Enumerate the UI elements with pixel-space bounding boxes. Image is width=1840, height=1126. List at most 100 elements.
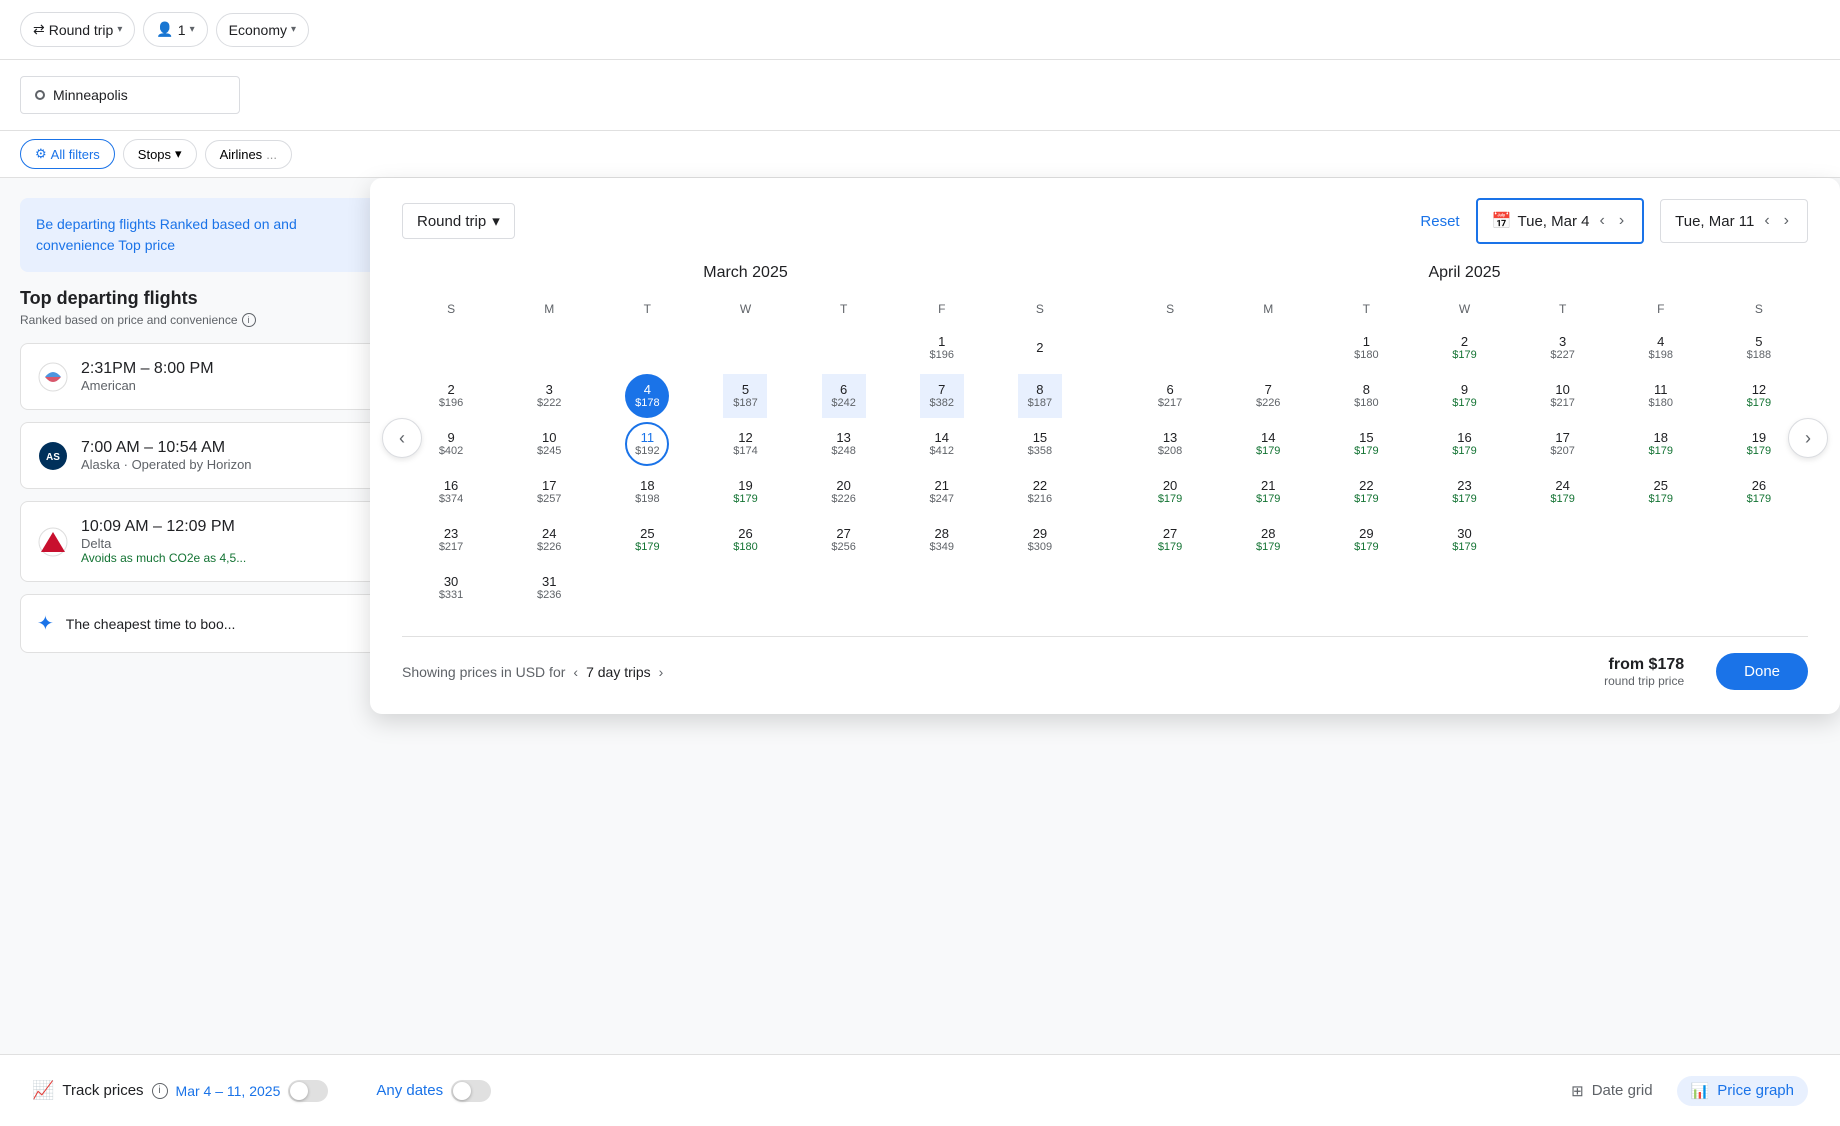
calendar-day-7[interactable]: 7$226 — [1246, 374, 1290, 418]
cabin-class-nav-btn[interactable]: Economy ▾ — [216, 13, 309, 47]
returning-prev-btn[interactable]: ‹ — [1760, 208, 1773, 234]
all-filters-btn[interactable]: ⚙ All filters — [20, 139, 115, 169]
calendar-day-22[interactable]: 22$179 — [1344, 470, 1388, 514]
calendar-day-10[interactable]: 10$245 — [527, 422, 571, 466]
calendar-day-12[interactable]: 12$174 — [723, 422, 767, 466]
calendar-trip-type-selector[interactable]: Round trip ▾ — [402, 203, 515, 239]
list-item — [795, 324, 893, 372]
returning-date-input[interactable]: Tue, Mar 11 ‹ › — [1660, 199, 1808, 243]
price-graph-btn[interactable]: 📊 Price graph — [1677, 1076, 1808, 1106]
calendar-day-8[interactable]: 8$180 — [1344, 374, 1388, 418]
calendar-day-24[interactable]: 24$226 — [527, 518, 571, 562]
calendar-day-6[interactable]: 6$242 — [822, 374, 866, 418]
calendar-day-2[interactable]: 2$179 — [1442, 326, 1486, 370]
calendar-day-8[interactable]: 8$187 — [1018, 374, 1062, 418]
flight-1-time: 2:31PM – 8:00 PM — [81, 360, 363, 378]
trip-length-next-btn[interactable]: › — [659, 664, 664, 680]
calendar-day-9[interactable]: 9$179 — [1442, 374, 1486, 418]
calendar-day-5[interactable]: 5$187 — [723, 374, 767, 418]
round-trip-nav-btn[interactable]: ⇄ Round trip ▾ — [20, 12, 135, 47]
calendar-day-4[interactable]: 4$198 — [1639, 326, 1683, 370]
track-prices-toggle[interactable] — [288, 1080, 328, 1102]
calendar-day-18[interactable]: 18$198 — [625, 470, 669, 514]
calendar-day-28[interactable]: 28$349 — [920, 518, 964, 562]
calendar-day-21[interactable]: 21$179 — [1246, 470, 1290, 514]
calendar-day-30[interactable]: 30$179 — [1442, 518, 1486, 562]
calendar-day-29[interactable]: 29$179 — [1344, 518, 1388, 562]
calendar-day-1[interactable]: 1$180 — [1344, 326, 1388, 370]
calendar-day-12[interactable]: 12$179 — [1737, 374, 1781, 418]
cal-header-S: S — [402, 298, 500, 324]
done-button[interactable]: Done — [1716, 653, 1808, 690]
departing-next-btn[interactable]: › — [1615, 208, 1628, 234]
calendar-day-15[interactable]: 15$179 — [1344, 422, 1388, 466]
info-icon[interactable]: i — [242, 313, 256, 327]
list-item: 27$256 — [795, 516, 893, 564]
calendar-day-17[interactable]: 17$207 — [1541, 422, 1585, 466]
flight-card-3[interactable]: 10:09 AM – 12:09 PM Delta Avoids as much… — [20, 501, 380, 582]
calendar-day-19[interactable]: 19$179 — [723, 470, 767, 514]
flight-card-1[interactable]: 2:31PM – 8:00 PM American — [20, 343, 380, 410]
list-item: 16$374 — [402, 468, 500, 516]
calendar-day-16[interactable]: 16$179 — [1442, 422, 1486, 466]
calendar-day-24[interactable]: 24$179 — [1541, 470, 1585, 514]
departing-prev-btn[interactable]: ‹ — [1595, 208, 1608, 234]
origin-input-box[interactable]: Minneapolis — [20, 76, 240, 114]
day-price: $331 — [439, 589, 463, 602]
calendar-day-14[interactable]: 14$179 — [1246, 422, 1290, 466]
calendar-day-5[interactable]: 5$188 — [1737, 326, 1781, 370]
left-panel: Be departing flights Ranked based on and… — [0, 178, 400, 1078]
calendar-day-27[interactable]: 27$256 — [822, 518, 866, 562]
calendar-next-month-btn[interactable]: › — [1788, 418, 1828, 458]
calendar-day-10[interactable]: 10$217 — [1541, 374, 1585, 418]
calendar-day-25[interactable]: 25$179 — [625, 518, 669, 562]
calendar-day-7[interactable]: 7$382 — [920, 374, 964, 418]
flight-card-2[interactable]: AS 7:00 AM – 10:54 AM Alaska · Operated … — [20, 422, 380, 489]
calendar-prev-month-btn[interactable]: ‹ — [382, 418, 422, 458]
calendar-day-18[interactable]: 18$179 — [1639, 422, 1683, 466]
calendar-day-19[interactable]: 19$179 — [1737, 422, 1781, 466]
airlines-filter-btn[interactable]: Airlines ... — [205, 140, 292, 169]
svg-text:AS: AS — [46, 452, 60, 463]
calendar-day-23[interactable]: 23$179 — [1442, 470, 1486, 514]
calendar-day-4[interactable]: 4$178 — [625, 374, 669, 418]
calendar-day-20[interactable]: 20$226 — [822, 470, 866, 514]
passengers-nav-btn[interactable]: 👤 1 ▾ — [143, 12, 207, 47]
calendar-day-27[interactable]: 27$179 — [1148, 518, 1192, 562]
calendar-day-11[interactable]: 11$180 — [1639, 374, 1683, 418]
calendar-day-22[interactable]: 22$216 — [1018, 470, 1062, 514]
calendar-day-30[interactable]: 30$331 — [429, 566, 473, 610]
calendar-day-28[interactable]: 28$179 — [1246, 518, 1290, 562]
cheapest-card[interactable]: ✦ The cheapest time to boo... — [20, 594, 380, 653]
calendar-day-1[interactable]: 1$196 — [920, 326, 964, 370]
calendar-day-2 (extra)[interactable]: 2 — [1018, 326, 1062, 370]
calendar-day-15[interactable]: 15$358 — [1018, 422, 1062, 466]
calendar-day-26[interactable]: 26$179 — [1737, 470, 1781, 514]
calendar-day-14[interactable]: 14$412 — [920, 422, 964, 466]
track-info-icon[interactable]: i — [152, 1083, 168, 1099]
calendar-day-9[interactable]: 9$402 — [429, 422, 473, 466]
calendar-day-16[interactable]: 16$374 — [429, 470, 473, 514]
calendar-day-2[interactable]: 2$196 — [429, 374, 473, 418]
calendar-day-13[interactable]: 13$208 — [1148, 422, 1192, 466]
calendar-day-21[interactable]: 21$247 — [920, 470, 964, 514]
departing-date-input[interactable]: 📅 Tue, Mar 4 ‹ › — [1476, 198, 1645, 244]
calendar-day-20[interactable]: 20$179 — [1148, 470, 1192, 514]
trip-length-prev-btn[interactable]: ‹ — [573, 664, 578, 680]
calendar-day-25[interactable]: 25$179 — [1639, 470, 1683, 514]
calendar-day-3[interactable]: 3$227 — [1541, 326, 1585, 370]
stops-filter-btn[interactable]: Stops ▾ — [123, 139, 197, 169]
calendar-day-29[interactable]: 29$309 — [1018, 518, 1062, 562]
returning-next-btn[interactable]: › — [1780, 208, 1793, 234]
calendar-day-3[interactable]: 3$222 — [527, 374, 571, 418]
calendar-day-31[interactable]: 31$236 — [527, 566, 571, 610]
calendar-day-11[interactable]: 11$192 — [625, 422, 669, 466]
any-dates-toggle[interactable] — [451, 1080, 491, 1102]
date-grid-btn[interactable]: ⊞ Date grid — [1571, 1082, 1652, 1100]
calendar-day-23[interactable]: 23$217 — [429, 518, 473, 562]
reset-button[interactable]: Reset — [1420, 213, 1459, 230]
calendar-day-13[interactable]: 13$248 — [822, 422, 866, 466]
calendar-day-26[interactable]: 26$180 — [723, 518, 767, 562]
calendar-day-17[interactable]: 17$257 — [527, 470, 571, 514]
calendar-day-6[interactable]: 6$217 — [1148, 374, 1192, 418]
